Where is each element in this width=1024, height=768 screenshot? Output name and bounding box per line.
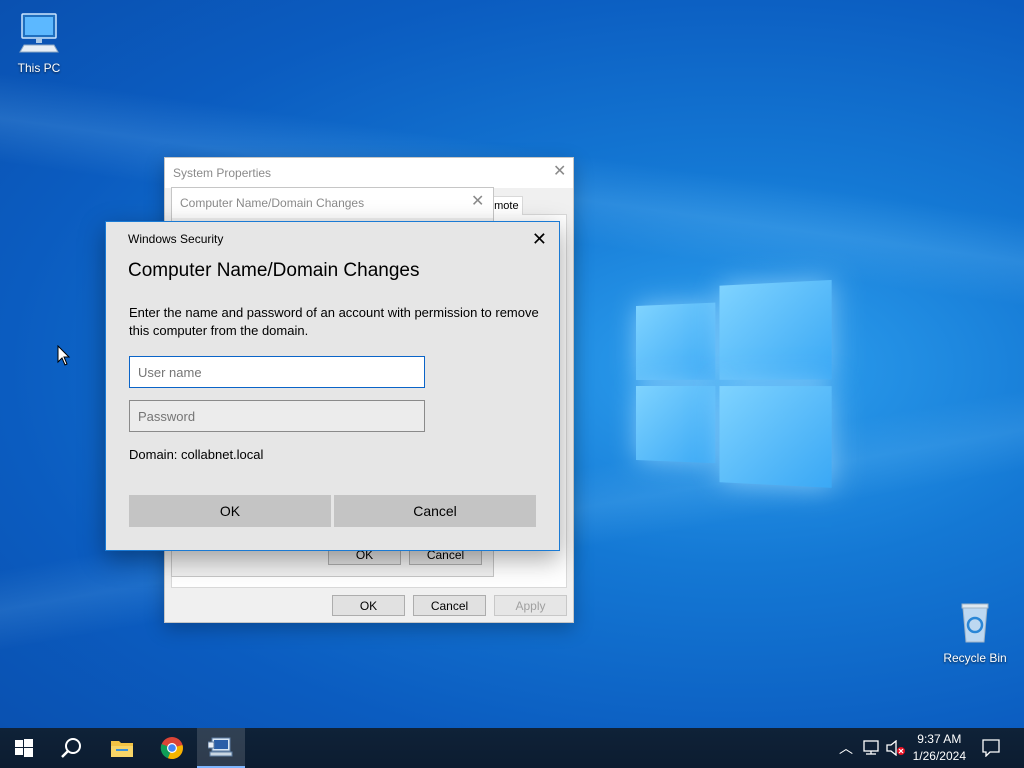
username-input[interactable] [129, 356, 425, 388]
cancel-button[interactable]: Cancel [413, 595, 486, 616]
taskbar-file-explorer[interactable] [98, 728, 146, 768]
chrome-icon [160, 737, 183, 760]
close-icon[interactable]: ✕ [553, 164, 566, 180]
start-button[interactable] [0, 728, 48, 768]
taskbar-system-properties[interactable] [197, 728, 245, 768]
apply-button[interactable]: Apply [494, 595, 567, 616]
mouse-cursor-icon [57, 345, 71, 366]
clock-date: 1/26/2024 [912, 749, 966, 763]
recycle-bin-icon [961, 603, 989, 643]
system-properties-icon [208, 737, 233, 757]
ok-button[interactable]: OK [332, 595, 405, 616]
window-title: Computer Name/Domain Changes [180, 196, 365, 210]
dialog-description: Enter the name and password of an accoun… [129, 305, 539, 338]
desktop-icon-label: This PC [17, 61, 61, 75]
windows-logo-wallpaper [636, 279, 832, 490]
folder-icon [111, 741, 133, 757]
desktop-icon-recycle-bin[interactable]: Recycle Bin [939, 600, 1011, 665]
search-icon [61, 738, 81, 758]
clock-time: 9:37 AM [917, 732, 962, 746]
window-title: System Properties [173, 166, 272, 180]
show-hidden-icons-chevron-icon[interactable]: ︿ [839, 738, 853, 758]
search-button[interactable] [48, 728, 96, 768]
cancel-button[interactable]: Cancel [334, 495, 536, 527]
desktop-icon-label: Recycle Bin [943, 651, 1007, 665]
windows-start-icon [15, 739, 33, 757]
taskbar-clock[interactable]: 9:37 AM 1/26/2024 [913, 731, 966, 765]
close-icon[interactable]: ✕ [471, 194, 484, 210]
dialog-title: Windows Security [128, 232, 224, 246]
ok-button[interactable]: OK [129, 495, 331, 527]
dialog-heading: Computer Name/Domain Changes [128, 260, 420, 281]
password-input[interactable] [129, 400, 425, 432]
computer-icon [19, 13, 59, 53]
network-icon[interactable] [862, 740, 880, 756]
volume-muted-icon[interactable] [886, 740, 906, 756]
domain-label: Domain: collabnet.local [129, 447, 264, 462]
desktop-icon-this-pc[interactable]: This PC [3, 10, 75, 75]
taskbar-chrome[interactable] [148, 728, 196, 768]
taskbar: ︿ 9:37 AM 1/26/2024 [0, 728, 1024, 768]
close-icon[interactable]: ✕ [532, 230, 547, 248]
notification-center-icon[interactable] [982, 739, 1000, 757]
windows-security-dialog: Windows Security ✕ Computer Name/Domain … [105, 221, 560, 551]
